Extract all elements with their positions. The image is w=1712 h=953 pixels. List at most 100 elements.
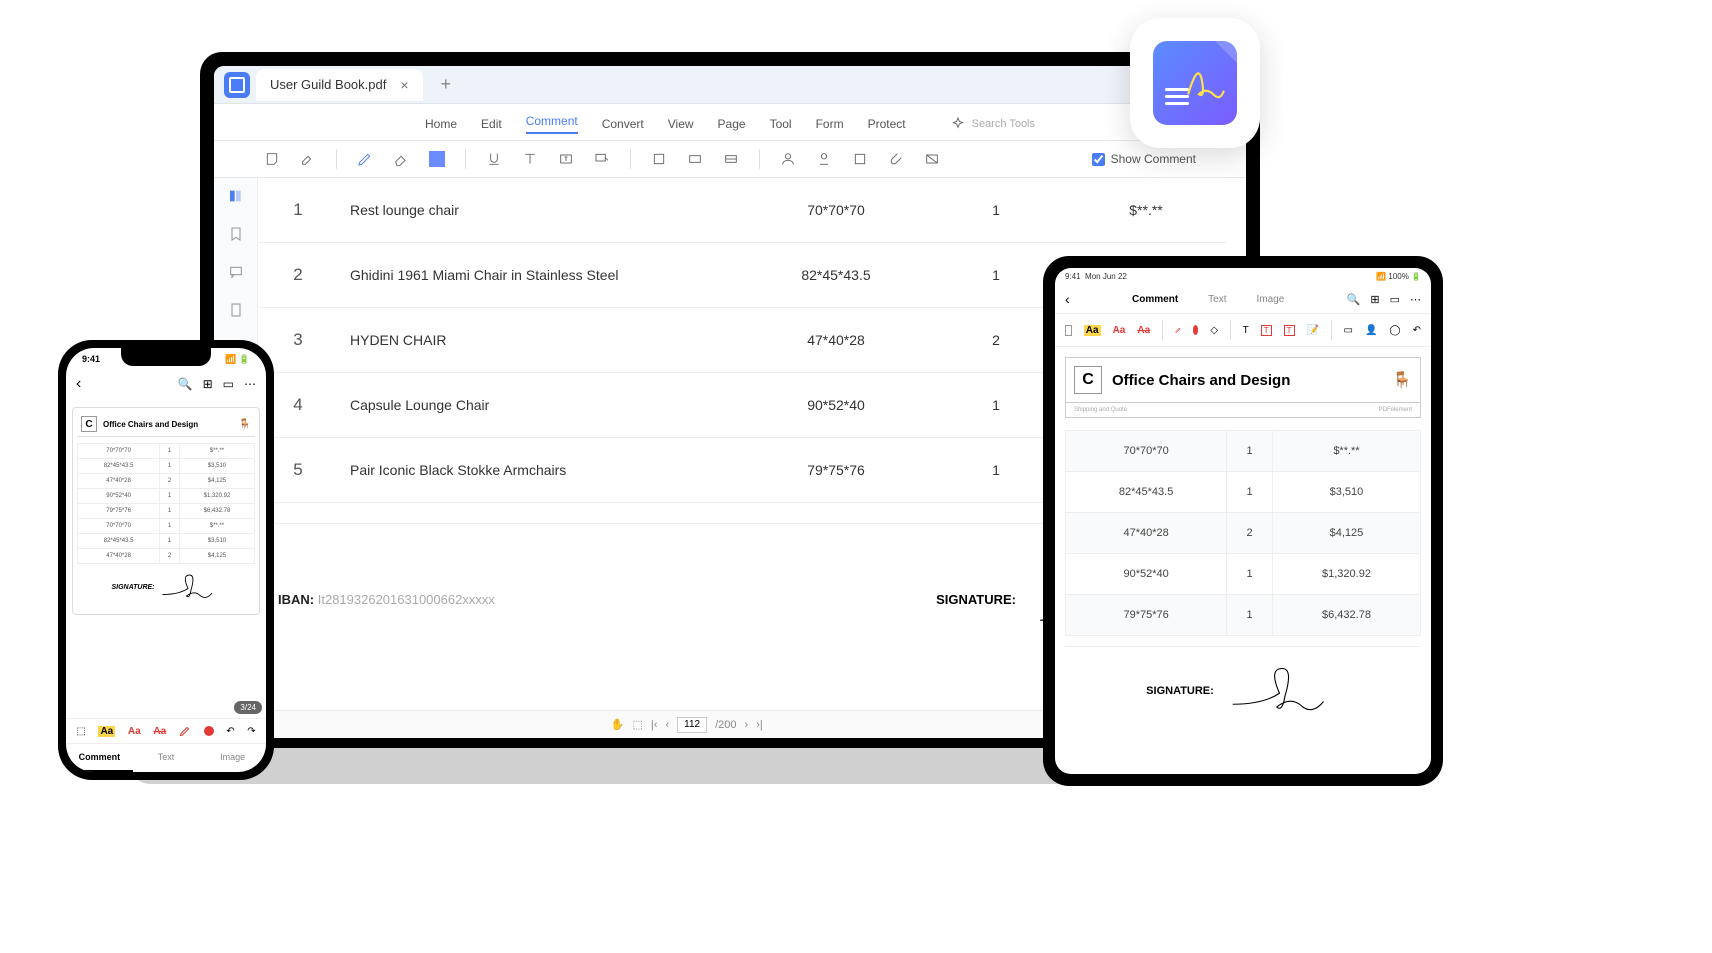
prev-page-icon[interactable]: ‹ (665, 719, 669, 731)
phone-tab-text[interactable]: Text (133, 744, 200, 772)
chair-icon: 🪑 (1392, 370, 1412, 390)
textbox-icon[interactable] (558, 151, 574, 167)
table-row: 79*75*761$6,432.78 (78, 504, 255, 519)
phone-document[interactable]: C Office Chairs and Design 🪑 70*70*701$*… (66, 401, 266, 718)
close-tab-icon[interactable]: × (400, 77, 408, 93)
select-tool-icon[interactable]: ⬚ (633, 718, 643, 731)
underline-aa-icon[interactable]: Aa (1113, 325, 1126, 336)
comment-panel-icon[interactable] (226, 264, 246, 280)
stamp-icon[interactable]: ▭ (1344, 325, 1353, 336)
more-icon[interactable]: ⋯ (244, 377, 256, 391)
sparkle-icon (950, 116, 966, 132)
underline-icon[interactable] (486, 151, 502, 167)
select-icon[interactable] (1065, 325, 1072, 336)
shape-icon[interactable]: ◯ (1389, 325, 1400, 336)
highlight-aa-icon[interactable]: Aa (98, 726, 115, 737)
new-tab-button[interactable]: + (441, 74, 452, 95)
undo-icon[interactable]: ↶ (1413, 325, 1421, 336)
table-row: 82*45*43.51$3,510 (78, 459, 255, 474)
strike-aa-icon[interactable]: Aa (153, 726, 166, 737)
box-icon[interactable] (852, 151, 868, 167)
pen-icon[interactable] (1175, 324, 1181, 336)
table-row: 1Rest lounge chair70*70*701$**.** (258, 178, 1226, 243)
area-icon[interactable] (723, 151, 739, 167)
phone-nav: ‹ 🔍 ⊞ ▭ ⋯ (66, 367, 266, 401)
signature-person-icon[interactable] (780, 151, 796, 167)
tablet-toolbar: Aa Aa Aa ◇ T T T 📝 ▭ 👤 ◯ ↶ (1055, 314, 1431, 347)
page-total: /200 (715, 719, 736, 731)
first-page-icon[interactable]: |‹ (651, 719, 658, 731)
highlight-aa-icon[interactable]: Aa (1084, 325, 1101, 336)
page-input[interactable] (677, 717, 707, 733)
next-page-icon[interactable]: › (745, 719, 749, 731)
phone-toolbar: ⬚ Aa Aa Aa ↶ ↷ (66, 718, 266, 743)
search-placeholder[interactable]: Search Tools (972, 118, 1035, 130)
iban-block: IBAN: It2819326201631000662xxxxx (278, 592, 495, 607)
table-row: 47*40*282$4,125 (78, 474, 255, 489)
bookmark-panel-icon[interactable] (226, 226, 246, 242)
signature-icon (1230, 663, 1340, 718)
hand-tool-icon[interactable]: ✋ (611, 718, 625, 731)
file-tab[interactable]: User Guild Book.pdf × (256, 69, 423, 101)
shape-icon[interactable] (651, 151, 667, 167)
color-dot-icon[interactable] (204, 726, 214, 736)
back-icon[interactable]: ‹ (1065, 291, 1070, 307)
pen-icon[interactable] (179, 725, 191, 737)
color-swatch[interactable] (429, 151, 445, 167)
hide-icon[interactable] (924, 151, 940, 167)
callout-icon[interactable] (594, 151, 610, 167)
thumbnail-panel-icon[interactable] (226, 188, 246, 204)
highlight-icon[interactable] (300, 151, 316, 167)
textbox-icon[interactable]: T (1261, 325, 1272, 336)
text-t-icon[interactable]: T (1243, 325, 1249, 336)
pencil-icon[interactable] (357, 151, 373, 167)
underline-aa-icon[interactable]: Aa (128, 726, 141, 737)
strike-aa-icon[interactable]: Aa (1137, 325, 1150, 336)
menu-comment[interactable]: Comment (526, 114, 578, 134)
menu-view[interactable]: View (668, 117, 694, 131)
grid-icon[interactable]: ⊞ (203, 377, 213, 391)
more-icon[interactable]: ⋯ (1410, 293, 1421, 306)
eraser-icon[interactable]: ◇ (1210, 325, 1218, 336)
file-tab-title: User Guild Book.pdf (270, 77, 386, 92)
phone-tab-comment[interactable]: Comment (66, 744, 133, 772)
callout-icon[interactable]: T (1284, 325, 1295, 336)
menu-form[interactable]: Form (816, 117, 844, 131)
redo-icon[interactable]: ↷ (247, 726, 255, 737)
app-brand-icon (1130, 18, 1260, 148)
text-icon[interactable] (522, 151, 538, 167)
menu-convert[interactable]: Convert (602, 117, 644, 131)
sign-icon[interactable]: 👤 (1365, 325, 1377, 336)
table-row: 70*70*701$**.** (78, 519, 255, 534)
tablet-nav: ‹ Comment Text Image 🔍 ⊞ ▭ ⋯ (1055, 285, 1431, 314)
table-row: 70*70*701$**.** (1066, 431, 1421, 472)
stamp-icon[interactable] (687, 151, 703, 167)
menu-home[interactable]: Home (425, 117, 457, 131)
page-panel-icon[interactable] (226, 302, 246, 318)
show-comment-toggle[interactable]: Show Comment (1092, 152, 1196, 166)
stamp2-icon[interactable] (816, 151, 832, 167)
attachment-icon[interactable] (888, 151, 904, 167)
menu-protect[interactable]: Protect (868, 117, 906, 131)
phone-tab-image[interactable]: Image (199, 744, 266, 772)
color-dot-icon[interactable] (1193, 325, 1198, 335)
tablet-tab-comment[interactable]: Comment (1132, 294, 1178, 305)
menu-tool[interactable]: Tool (770, 117, 792, 131)
undo-icon[interactable]: ↶ (226, 726, 234, 737)
tablet-document[interactable]: C Office Chairs and Design 🪑 Shipping an… (1055, 347, 1431, 774)
grid-icon[interactable]: ⊞ (1370, 293, 1379, 306)
note-icon[interactable]: 📝 (1307, 325, 1319, 336)
note-icon[interactable] (264, 151, 280, 167)
tablet-tab-text[interactable]: Text (1208, 294, 1226, 305)
tablet-tab-image[interactable]: Image (1257, 294, 1285, 305)
last-page-icon[interactable]: ›| (756, 719, 763, 731)
menu-edit[interactable]: Edit (481, 117, 502, 131)
search-icon[interactable]: 🔍 (178, 377, 193, 391)
readmode-icon[interactable]: ▭ (223, 377, 234, 391)
menu-page[interactable]: Page (718, 117, 746, 131)
back-icon[interactable]: ‹ (76, 375, 81, 393)
eraser-icon[interactable] (393, 151, 409, 167)
search-icon[interactable]: 🔍 (1347, 293, 1361, 306)
readmode-icon[interactable]: ▭ (1390, 293, 1400, 306)
crop-icon[interactable]: ⬚ (76, 726, 85, 737)
